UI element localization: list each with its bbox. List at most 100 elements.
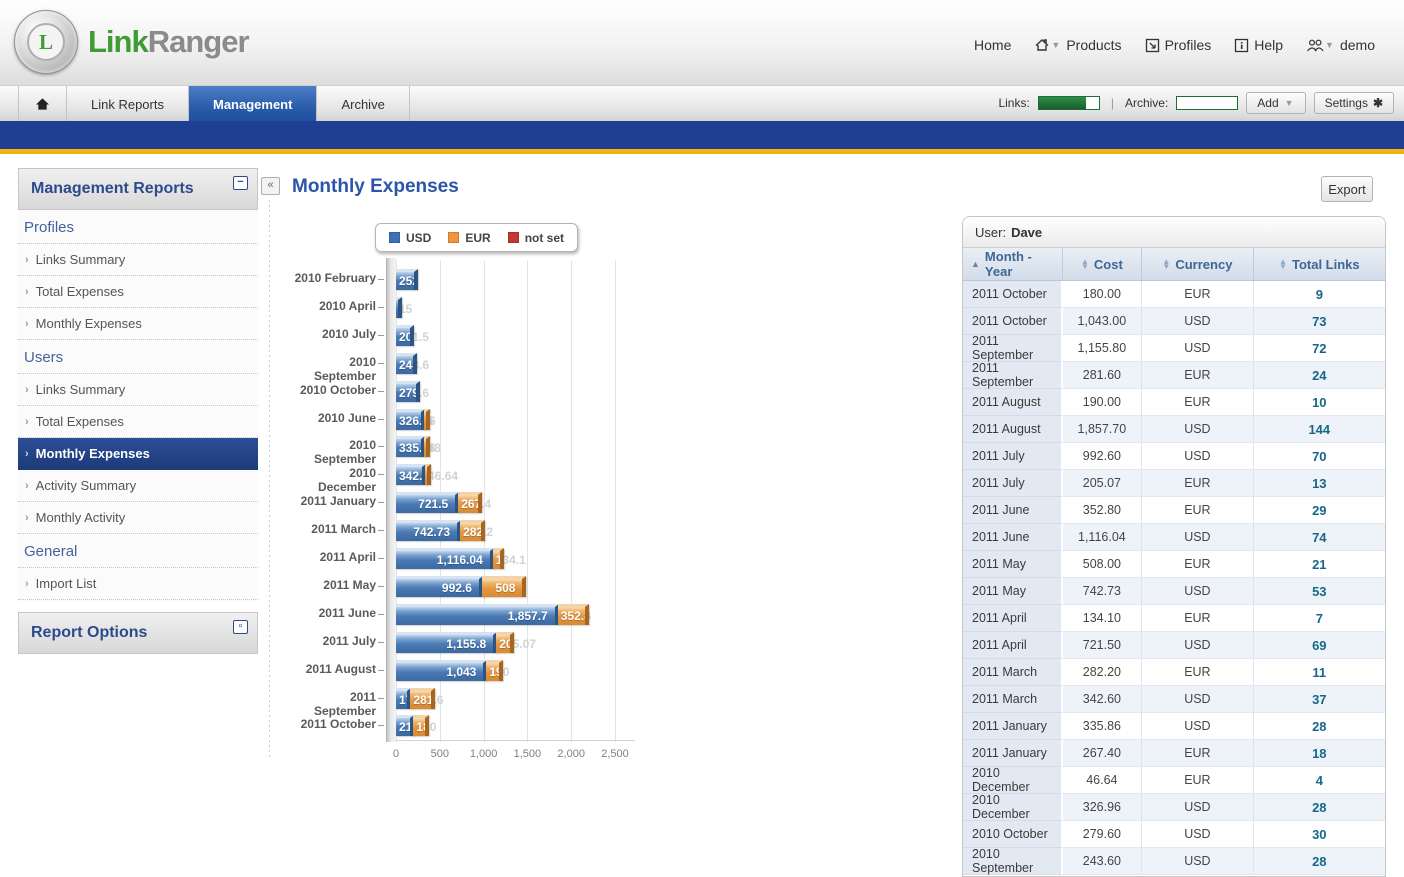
sidebar-item-profiles-links-summary[interactable]: ›Links Summary	[18, 244, 258, 276]
bar-value-label: 721.5	[418, 495, 448, 513]
collapse-sidebar-button[interactable]: «	[261, 177, 280, 195]
total-links-cell[interactable]: 73	[1254, 308, 1385, 335]
column-header-currency[interactable]: ▲▼Currency	[1142, 248, 1253, 280]
total-links-cell[interactable]: 72	[1254, 335, 1385, 362]
currency-cell: USD	[1142, 848, 1253, 875]
table-row[interactable]: 2011 September1,155.80USD72	[963, 335, 1385, 362]
table-row[interactable]: 2011 January335.86USD28	[963, 713, 1385, 740]
sidebar-item-profiles-monthly-expenses[interactable]: ›Monthly Expenses	[18, 308, 258, 340]
currency-cell: USD	[1142, 821, 1253, 848]
category-tick	[378, 530, 384, 531]
tab-archive[interactable]: Archive	[317, 86, 409, 122]
chart-category-label: 2011 May	[290, 578, 376, 592]
nav-user-demo[interactable]: demo	[1340, 37, 1375, 53]
cost-cell: 243.60	[1063, 848, 1143, 875]
sidebar-item-profiles-total-expenses[interactable]: ›Total Expenses	[18, 276, 258, 308]
table-row[interactable]: 2011 October1,043.00USD73	[963, 308, 1385, 335]
table-row[interactable]: 2011 August1,857.70USD144	[963, 416, 1385, 443]
chevron-right-icon: ›	[25, 318, 29, 330]
table-row[interactable]: 2011 July205.07EUR13	[963, 470, 1385, 497]
sidebar-item-users-total-expenses[interactable]: ›Total Expenses	[18, 406, 258, 438]
tab-link-reports[interactable]: Link Reports	[67, 86, 189, 122]
table-row[interactable]: 2011 April134.10EUR7	[963, 605, 1385, 632]
sidebar-item-general-import-list[interactable]: ›Import List	[18, 568, 258, 600]
column-header-month-year[interactable]: ▲Month - Year	[963, 248, 1063, 280]
bar-value-label: 281.6	[413, 691, 435, 709]
info-icon[interactable]	[1234, 38, 1249, 53]
nav-help[interactable]: Help	[1254, 37, 1283, 53]
table-row[interactable]: 2011 October180.00EUR9	[963, 281, 1385, 308]
minimize-panel-icon[interactable]: −	[233, 176, 248, 190]
users-icon[interactable]	[1306, 39, 1324, 52]
total-links-cell[interactable]: 144	[1254, 416, 1385, 443]
currency-cell: USD	[1142, 443, 1253, 470]
external-link-icon[interactable]	[1145, 38, 1160, 53]
total-links-cell[interactable]: 4	[1254, 767, 1385, 794]
total-links-cell[interactable]: 11	[1254, 659, 1385, 686]
bar-value-label: 992.6	[442, 579, 472, 597]
settings-button[interactable]: Settings✱	[1314, 92, 1394, 114]
chart-category-label: 2011 June	[290, 606, 376, 620]
nav-products[interactable]: Products	[1066, 37, 1121, 53]
table-row[interactable]: 2011 May742.73USD53	[963, 578, 1385, 605]
restore-panel-icon[interactable]: ▫	[233, 620, 248, 634]
sidebar-item-users-monthly-expenses[interactable]: ›Monthly Expenses	[18, 438, 258, 470]
total-links-cell[interactable]: 69	[1254, 632, 1385, 659]
links-quota-bar	[1038, 96, 1100, 110]
table-row[interactable]: 2011 March342.60USD37	[963, 686, 1385, 713]
total-links-cell[interactable]: 70	[1254, 443, 1385, 470]
total-links-cell[interactable]: 24	[1254, 362, 1385, 389]
total-links-cell[interactable]: 29	[1254, 497, 1385, 524]
chevron-right-icon: ›	[25, 480, 29, 492]
sidebar-item-users-links-summary[interactable]: ›Links Summary	[18, 374, 258, 406]
table-row[interactable]: 2011 April721.50USD69	[963, 632, 1385, 659]
total-links-cell[interactable]: 7	[1254, 605, 1385, 632]
table-row[interactable]: 2010 September243.60USD28	[963, 848, 1385, 875]
total-links-cell[interactable]: 37	[1254, 686, 1385, 713]
total-links-cell[interactable]: 13	[1254, 470, 1385, 497]
total-links-cell[interactable]: 30	[1254, 821, 1385, 848]
column-header-total-links[interactable]: ▲▼Total Links	[1254, 248, 1385, 280]
nav-home[interactable]: Home	[974, 37, 1011, 53]
currency-cell: USD	[1142, 335, 1253, 362]
total-links-cell[interactable]: 21	[1254, 551, 1385, 578]
total-links-cell[interactable]: 53	[1254, 578, 1385, 605]
app-header: L LinkRanger Home ▼ Products Profiles He…	[0, 0, 1404, 85]
table-row[interactable]: 2010 December326.96USD28	[963, 794, 1385, 821]
total-links-cell[interactable]: 18	[1254, 740, 1385, 767]
gridline	[571, 260, 572, 742]
table-row[interactable]: 2010 December46.64EUR4	[963, 767, 1385, 794]
total-links-cell[interactable]: 28	[1254, 713, 1385, 740]
table-row[interactable]: 2011 July992.60USD70	[963, 443, 1385, 470]
table-row[interactable]: 2011 January267.40EUR18	[963, 740, 1385, 767]
category-tick	[378, 698, 384, 699]
total-links-cell[interactable]: 28	[1254, 848, 1385, 875]
products-caret-icon[interactable]: ▼	[1051, 40, 1060, 50]
total-links-cell[interactable]: 10	[1254, 389, 1385, 416]
sidebar-item-users-monthly-activity[interactable]: ›Monthly Activity	[18, 502, 258, 534]
export-button[interactable]: Export	[1321, 176, 1373, 202]
total-links-cell[interactable]: 74	[1254, 524, 1385, 551]
cost-cell: 342.60	[1063, 686, 1143, 713]
table-row[interactable]: 2011 June352.80EUR29	[963, 497, 1385, 524]
table-row[interactable]: 2011 August190.00EUR10	[963, 389, 1385, 416]
table-row[interactable]: 2011 May508.00EUR21	[963, 551, 1385, 578]
total-links-cell[interactable]: 28	[1254, 794, 1385, 821]
table-row[interactable]: 2010 October279.60USD30	[963, 821, 1385, 848]
sidebar-item-users-activity-summary[interactable]: ›Activity Summary	[18, 470, 258, 502]
home-icon[interactable]	[1034, 38, 1050, 52]
add-button[interactable]: Add▼	[1246, 92, 1305, 114]
user-caret-icon[interactable]: ▼	[1325, 40, 1334, 50]
add-button-label: Add	[1257, 96, 1278, 110]
total-links-cell[interactable]: 9	[1254, 281, 1385, 308]
table-row[interactable]: 2011 March282.20EUR11	[963, 659, 1385, 686]
tab-management[interactable]: Management	[189, 86, 317, 122]
nav-profiles[interactable]: Profiles	[1165, 37, 1212, 53]
chevron-right-icon: ›	[25, 384, 29, 396]
tab-home[interactable]	[18, 86, 67, 122]
table-row[interactable]: 2011 June1,116.04USD74	[963, 524, 1385, 551]
bar-overflow-label: 46.64	[428, 467, 458, 485]
column-header-cost[interactable]: ▲▼Cost	[1063, 248, 1143, 280]
table-row[interactable]: 2011 September281.60EUR24	[963, 362, 1385, 389]
chart-category-label: 2010 February	[290, 271, 376, 285]
